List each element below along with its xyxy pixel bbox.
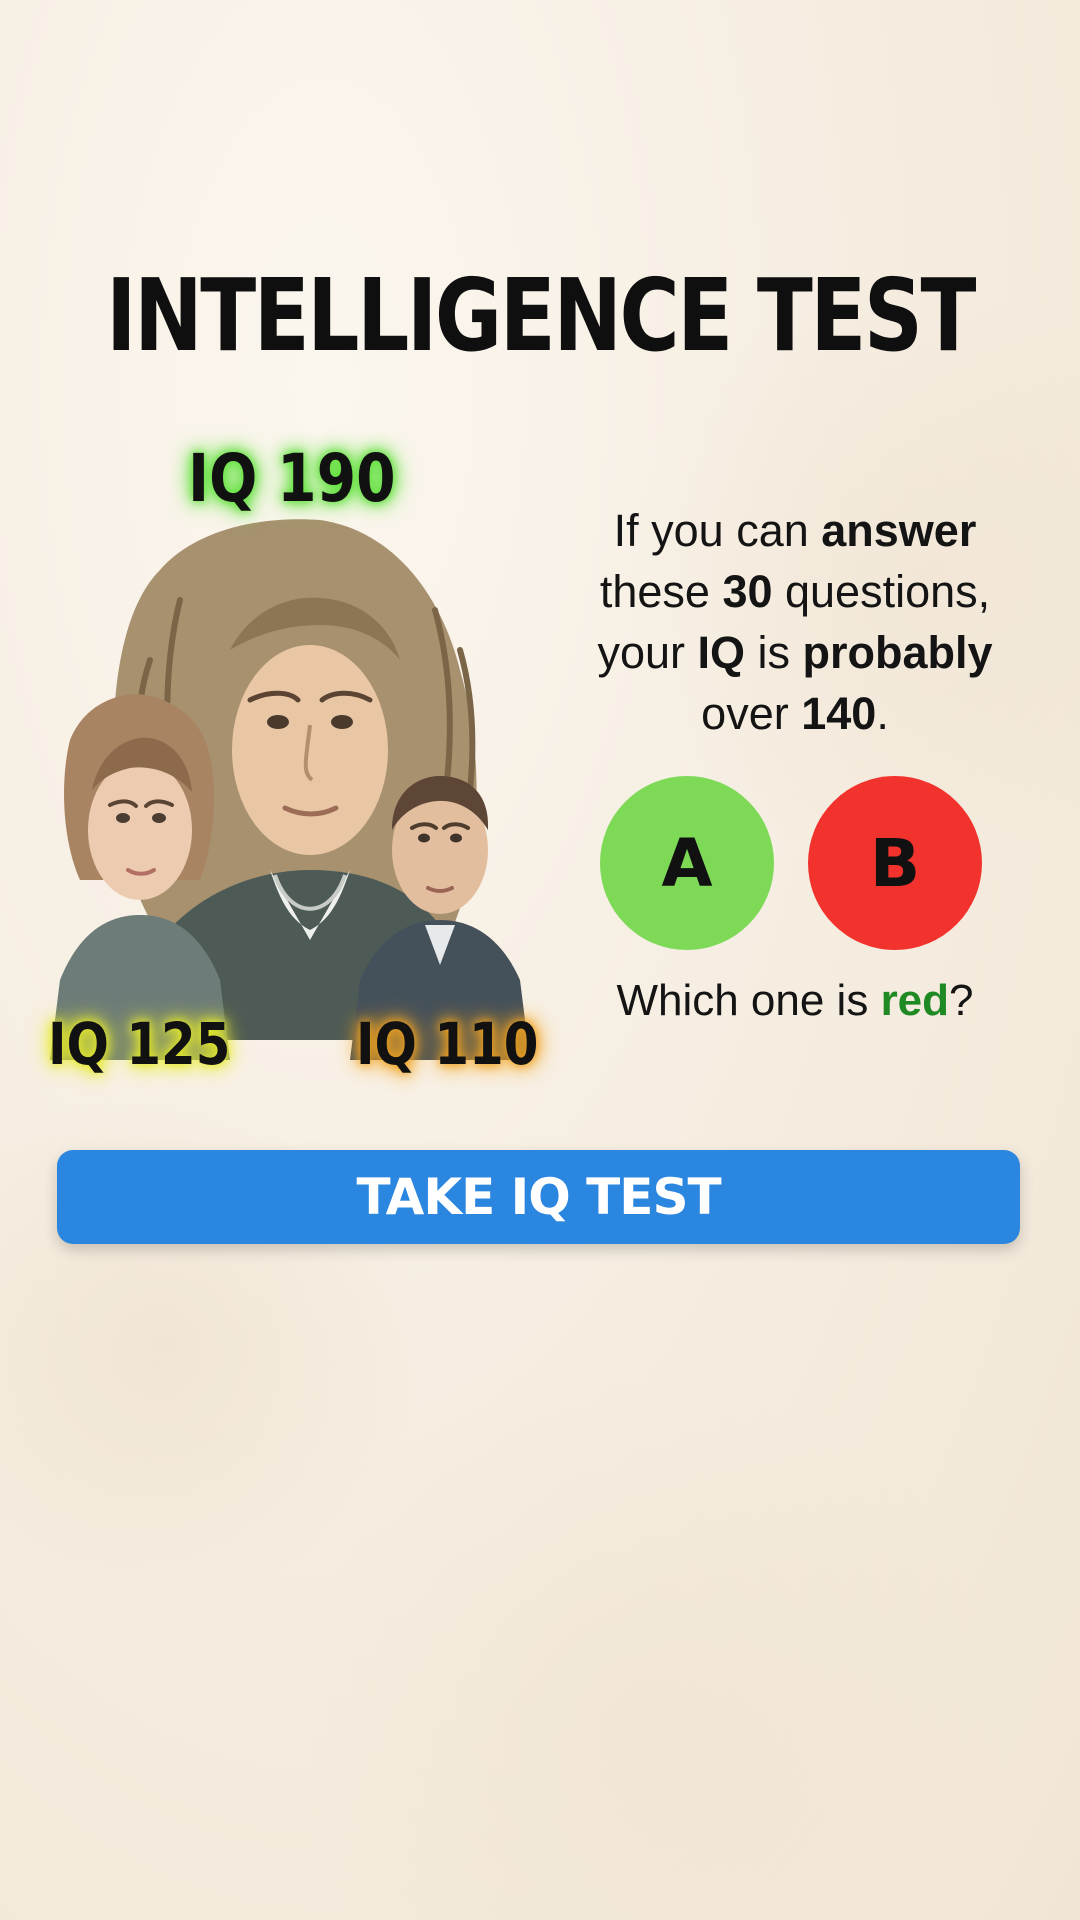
iq-190-label: IQ 190 — [188, 440, 396, 517]
intro-text-span: over — [701, 688, 802, 739]
intro-text-span: questions, — [772, 566, 991, 617]
intro-text-span: is — [745, 627, 803, 678]
question-prefix: Which one is — [616, 976, 881, 1025]
intro-text-span: If you can — [613, 505, 822, 556]
intro-text-span: your — [597, 627, 698, 678]
intro-bold-iq: IQ — [697, 627, 745, 678]
take-iq-test-button[interactable]: TAKE IQ TEST — [57, 1150, 1020, 1244]
intro-bold-answer: answer — [821, 505, 977, 556]
question-keyword: red — [880, 976, 950, 1025]
iq-125-label: IQ 125 — [48, 1010, 231, 1078]
intro-line-3: your IQ is probably — [560, 622, 1030, 683]
question-text: Which one is red? — [560, 976, 1030, 1026]
intro-line-4: over 140. — [560, 683, 1030, 744]
intro-bold-140: 140 — [801, 688, 877, 739]
intro-line-2: these 30 questions, — [560, 561, 1030, 622]
intro-text: If you can answer these 30 questions, yo… — [560, 500, 1030, 744]
intro-text-span: these — [599, 566, 723, 617]
intro-bold-probably: probably — [802, 627, 993, 678]
question-suffix: ? — [949, 976, 974, 1025]
choice-b-button[interactable]: B — [808, 776, 982, 950]
iq-110-label: IQ 110 — [356, 1010, 539, 1078]
portrait-illustration — [40, 420, 560, 1080]
intro-bold-30: 30 — [722, 566, 773, 617]
intro-line-1: If you can answer — [560, 500, 1030, 561]
page-title: INTELLIGENCE TEST — [106, 257, 976, 374]
intro-text-span: . — [876, 688, 889, 739]
choice-a-button[interactable]: A — [600, 776, 774, 950]
